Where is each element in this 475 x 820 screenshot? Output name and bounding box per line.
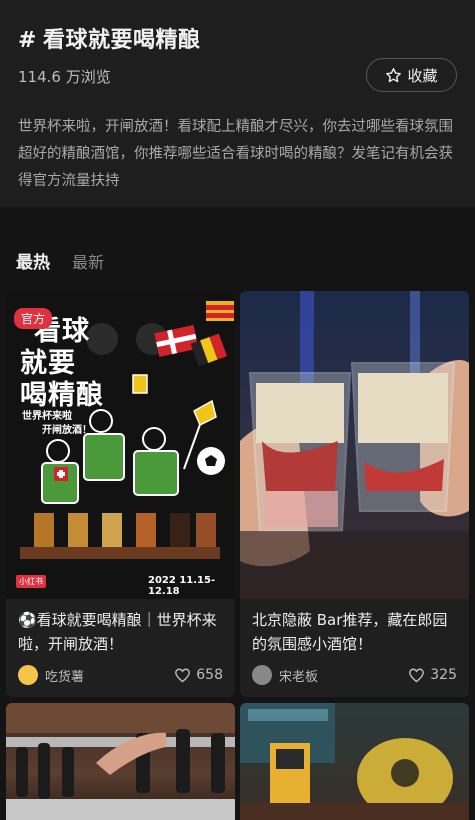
heart-icon: [409, 668, 425, 682]
favorite-label: 收藏: [407, 66, 438, 85]
bar-photo: [240, 703, 469, 820]
poster-subtitle-1: 世界杯来啦: [22, 411, 72, 422]
official-badge: 官方: [14, 308, 53, 329]
poster-brand: 小红书: [16, 575, 46, 588]
like-button[interactable]: 658: [174, 667, 223, 684]
tab-newest[interactable]: 最新: [72, 249, 104, 273]
topic-title: # 看球就要喝精酿: [18, 22, 200, 54]
note-card[interactable]: 北京隐蔽 Bar推荐，藏在郎园的氛围感小酒馆！ 宋老板 325: [240, 291, 469, 697]
note-card-partial[interactable]: [240, 703, 469, 820]
topic-description: 世界杯来啦，开闸放酒！看球配上精酿才尽兴，你去过哪些看球氛围超好的精酿酒馆，你推…: [18, 119, 453, 189]
heart-icon: [175, 668, 191, 682]
avatar[interactable]: [18, 665, 38, 685]
like-button[interactable]: 325: [408, 667, 457, 684]
note-title: 北京隐蔽 Bar推荐，藏在郎园的氛围感小酒馆！: [252, 611, 448, 653]
like-count: 658: [196, 667, 223, 683]
author-name[interactable]: 宋老板: [279, 666, 408, 685]
poster-date: 2022 11.15-12.18: [148, 575, 216, 597]
avatar[interactable]: [252, 665, 272, 685]
note-card-partial[interactable]: [6, 703, 235, 820]
hash-icon: #: [18, 28, 37, 53]
view-count: 114.6 万浏览: [18, 68, 111, 86]
note-photo: [6, 703, 235, 820]
tab-hottest[interactable]: 最热: [16, 248, 50, 273]
author-name[interactable]: 吃货薯: [45, 666, 174, 685]
note-card-official[interactable]: 看球 就要 喝精酿 世界杯来啦 开闸放酒！ 小红书 2022 11.15-12.…: [6, 291, 235, 697]
poster-image: 看球 就要 喝精酿 世界杯来啦 开闸放酒！ 小红书 2022 11.15-12.…: [6, 291, 235, 599]
topic-title-text: 看球就要喝精酿: [42, 28, 201, 53]
note-title: ⚽️看球就要喝精酿｜世界杯来啦，开闸放酒！: [18, 611, 217, 653]
like-count: 325: [430, 667, 457, 683]
note-footer: 吃货薯 658: [18, 664, 223, 686]
shot-glasses-photo: [240, 291, 469, 599]
note-photo: [240, 703, 469, 820]
star-icon: [386, 67, 402, 82]
topic-header: # 看球就要喝精酿 114.6 万浏览 收藏 世界杯来啦，开闸放酒！看球配上精酿才…: [0, 0, 475, 207]
note-footer: 宋老板 325: [252, 664, 457, 686]
beer-taps-photo: [6, 703, 235, 820]
favorite-button[interactable]: 收藏: [366, 58, 457, 92]
note-photo: [240, 291, 469, 599]
sort-tabs: 最热 最新: [16, 248, 104, 273]
poster-subtitle-2: 开闸放酒！: [42, 425, 92, 436]
